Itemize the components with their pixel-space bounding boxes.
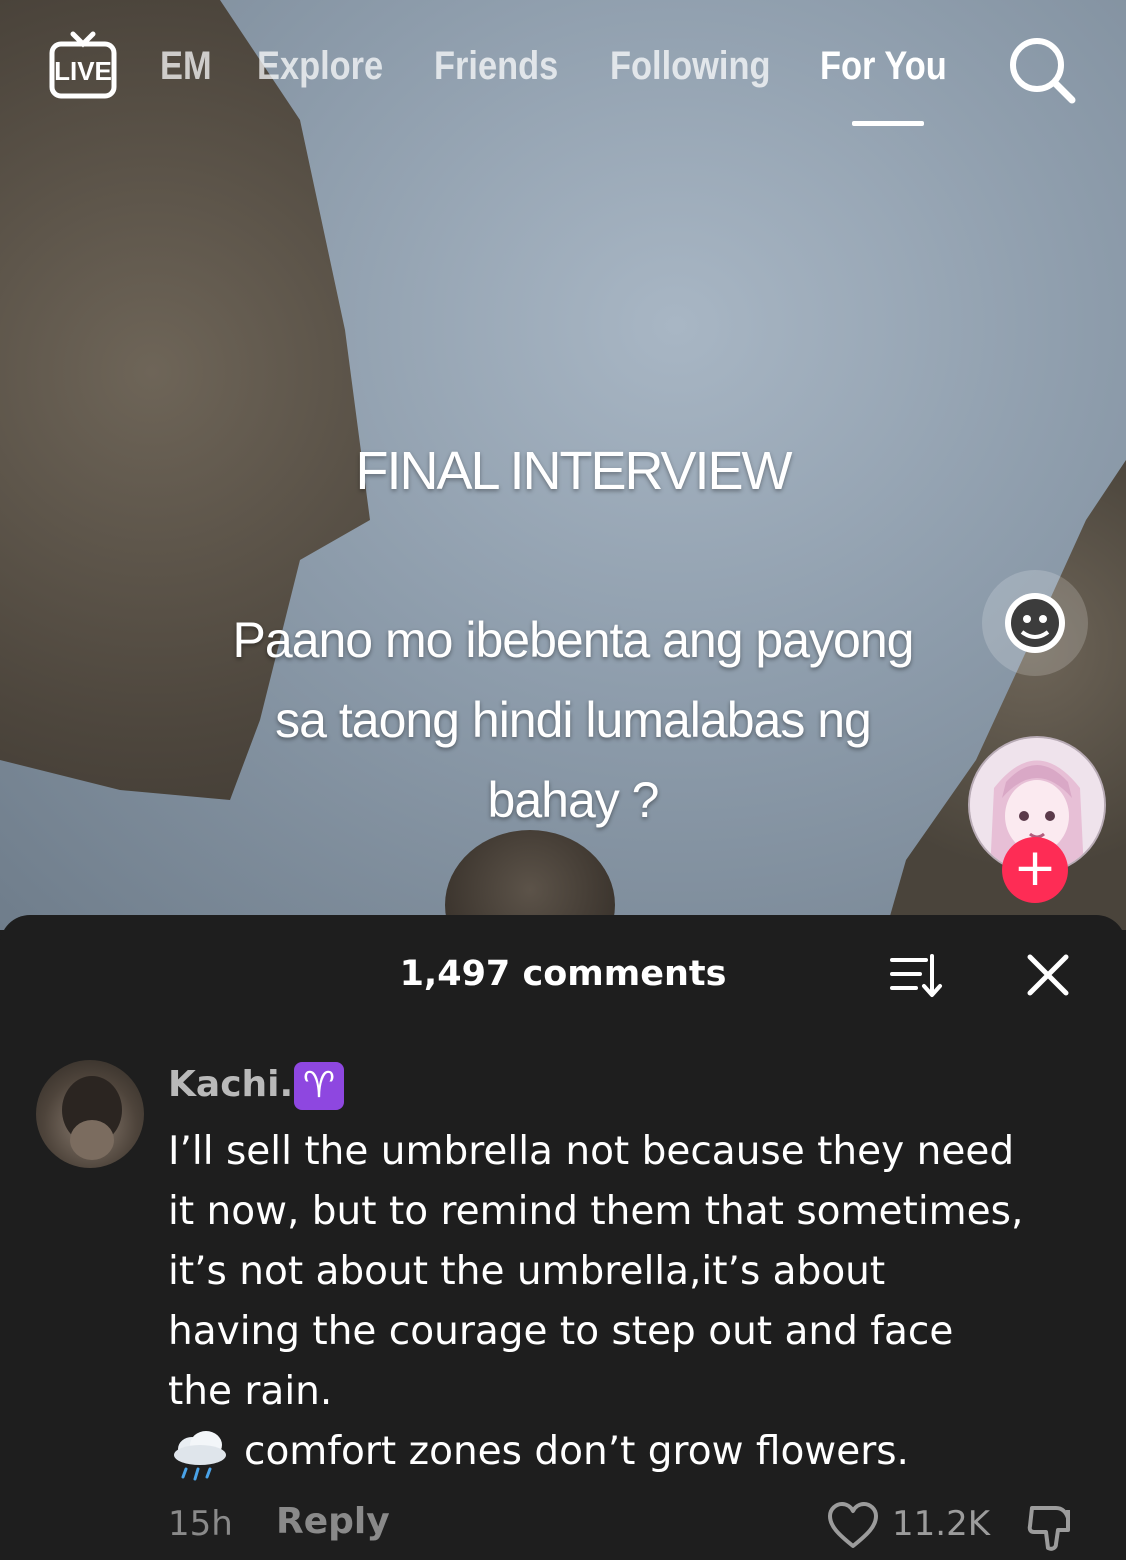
tab-friends[interactable]: Friends [434,44,558,89]
commenter-avatar[interactable] [36,1060,144,1168]
dislike-icon[interactable] [1026,1500,1080,1552]
sticker-icon [1005,593,1065,653]
comments-count: 1,497 comments [399,954,727,994]
live-icon[interactable]: LIVE [48,30,118,102]
search-icon[interactable] [1006,34,1078,106]
sort-icon[interactable] [888,952,944,1000]
tab-em[interactable]: EM [160,44,212,89]
top-nav: LIVE EM Explore Friends Following For Yo… [0,0,1126,140]
comment-tagline: comfort zones don’t grow flowers. [244,1429,909,1474]
svg-text:LIVE: LIVE [54,56,112,86]
close-icon[interactable] [1025,952,1071,998]
video-overlay-title: FINAL INTERVIEW [355,441,792,501]
video-overlay-question: Paano mo ibebenta ang payong sa taong hi… [232,612,915,828]
tab-explore[interactable]: Explore [257,44,383,89]
tab-following[interactable]: Following [610,44,770,89]
tab-for-you[interactable]: For You [820,44,947,89]
plus-icon: + [1013,838,1057,898]
comment-text: I’ll sell the umbrella not because they … [168,1129,1024,1414]
video-player[interactable]: LIVE EM Explore Friends Following For Yo… [0,0,1126,930]
commenter-name[interactable]: Kachi. [168,1064,293,1105]
rain-cloud-icon [174,1431,226,1481]
active-tab-indicator [852,121,924,126]
like-count: 11.2K [892,1504,990,1544]
reply-button[interactable]: Reply [276,1501,390,1542]
heart-icon[interactable] [826,1500,880,1550]
comment-timestamp: 15h [168,1504,233,1544]
follow-button[interactable]: + [1002,837,1068,903]
sticker-button[interactable] [982,570,1088,676]
aries-badge: ♈ [294,1062,344,1110]
commenter-avatar-photo [62,1076,122,1160]
